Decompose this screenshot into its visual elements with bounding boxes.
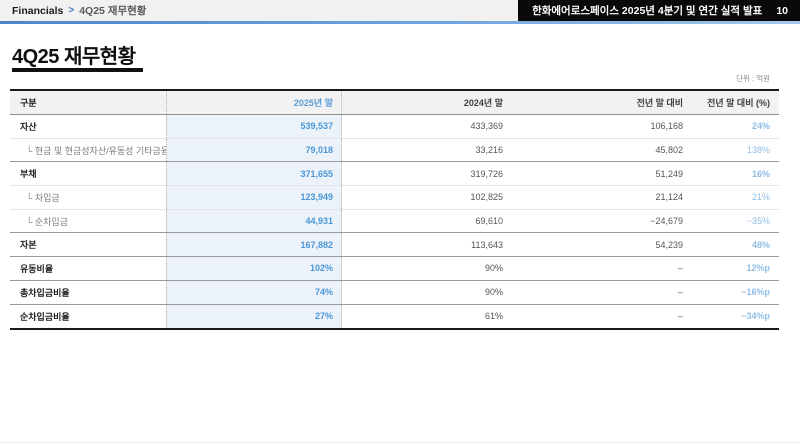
value-delta-pct: 48% bbox=[690, 233, 779, 256]
value-delta-pct: 138% bbox=[690, 139, 779, 162]
row-label: └ 현금 및 현금성자산/유동성 기타금융자산 bbox=[10, 139, 166, 162]
value-2024: 319,726 bbox=[342, 162, 510, 185]
value-delta: – bbox=[510, 305, 690, 329]
breadcrumb-page: 4Q25 재무현황 bbox=[79, 3, 146, 18]
table-row-equity: 자본 167,882 113,643 54,239 48% bbox=[10, 233, 779, 257]
value-2024: 33,216 bbox=[342, 139, 510, 162]
presentation-banner: 한화에어로스페이스 2025년 4분기 및 연간 실적 발표 10 bbox=[518, 0, 800, 21]
page-number: 10 bbox=[776, 5, 788, 17]
column-header-2024: 2024년 말 bbox=[342, 91, 510, 114]
value-2024: 102,825 bbox=[342, 186, 510, 209]
slide: Financials > 4Q25 재무현황 한화에어로스페이스 2025년 4… bbox=[0, 0, 800, 443]
value-2024: 433,369 bbox=[342, 115, 510, 138]
value-2025: 123,949 bbox=[166, 186, 342, 209]
row-label: 자산 bbox=[10, 115, 166, 138]
row-label: 순차입금비율 bbox=[10, 305, 166, 329]
value-delta: – bbox=[510, 257, 690, 280]
value-2025: 79,018 bbox=[166, 139, 342, 162]
row-label: 부채 bbox=[10, 162, 166, 185]
breadcrumb: Financials > 4Q25 재무현황 bbox=[0, 3, 146, 18]
value-2025: 167,882 bbox=[166, 233, 342, 256]
value-delta-pct: 12%p bbox=[690, 257, 779, 280]
value-delta-pct: −35% bbox=[690, 210, 779, 233]
value-2025: 27% bbox=[166, 305, 342, 329]
value-delta-pct: −34%p bbox=[690, 305, 779, 329]
chevron-right-icon: > bbox=[68, 5, 74, 16]
row-label: └ 차입금 bbox=[10, 186, 166, 209]
table-row-assets: 자산 539,537 433,369 106,168 24% bbox=[10, 115, 779, 139]
value-2025: 102% bbox=[166, 257, 342, 280]
value-2024: 113,643 bbox=[342, 233, 510, 256]
table-header-row: 구분 2025년 말 2024년 말 전년 말 대비 전년 말 대비 (%) bbox=[10, 91, 779, 115]
table-row-current-ratio: 유동비율 102% 90% – 12%p bbox=[10, 257, 779, 281]
column-header-category: 구분 bbox=[10, 91, 166, 114]
value-delta-pct: 21% bbox=[690, 186, 779, 209]
value-2025: 539,537 bbox=[166, 115, 342, 138]
breadcrumb-section: Financials bbox=[12, 5, 63, 17]
value-delta: 106,168 bbox=[510, 115, 690, 138]
row-label: 자본 bbox=[10, 233, 166, 256]
value-delta: 54,239 bbox=[510, 233, 690, 256]
column-header-delta-pct: 전년 말 대비 (%) bbox=[690, 91, 779, 114]
value-delta-pct: 16% bbox=[690, 162, 779, 185]
top-bar: Financials > 4Q25 재무현황 한화에어로스페이스 2025년 4… bbox=[0, 0, 800, 21]
row-label: └ 순차입금 bbox=[10, 210, 166, 233]
value-2024: 90% bbox=[342, 257, 510, 280]
value-2025: 74% bbox=[166, 281, 342, 304]
table-row-net-borrowings: └ 순차입금 44,931 69,610 −24,679 −35% bbox=[10, 210, 779, 234]
financial-table: 구분 2025년 말 2024년 말 전년 말 대비 전년 말 대비 (%) 자… bbox=[10, 89, 779, 330]
value-delta: 45,802 bbox=[510, 139, 690, 162]
row-label: 유동비율 bbox=[10, 257, 166, 280]
table-row-net-debt-ratio: 순차입금비율 27% 61% – −34%p bbox=[10, 305, 779, 329]
value-delta-pct: −16%p bbox=[690, 281, 779, 304]
value-delta-pct: 24% bbox=[690, 115, 779, 138]
value-2024: 61% bbox=[342, 305, 510, 329]
title-underline bbox=[12, 68, 143, 72]
row-label: 총차입금비율 bbox=[10, 281, 166, 304]
value-delta: 21,124 bbox=[510, 186, 690, 209]
column-header-delta: 전년 말 대비 bbox=[510, 91, 690, 114]
value-2025: 371,655 bbox=[166, 162, 342, 185]
value-2025: 44,931 bbox=[166, 210, 342, 233]
unit-note: 단위 : 억원 bbox=[736, 73, 770, 84]
value-delta: 51,249 bbox=[510, 162, 690, 185]
table-row-total-debt-ratio: 총차입금비율 74% 90% – −16%p bbox=[10, 281, 779, 305]
table-row-borrowings: └ 차입금 123,949 102,825 21,124 21% bbox=[10, 186, 779, 210]
banner-title: 한화에어로스페이스 2025년 4분기 및 연간 실적 발표 bbox=[532, 3, 762, 18]
value-2024: 90% bbox=[342, 281, 510, 304]
accent-divider bbox=[0, 21, 800, 24]
value-2024: 69,610 bbox=[342, 210, 510, 233]
column-header-2025: 2025년 말 bbox=[166, 91, 342, 114]
table-row-liabilities: 부채 371,655 319,726 51,249 16% bbox=[10, 162, 779, 186]
value-delta: −24,679 bbox=[510, 210, 690, 233]
value-delta: – bbox=[510, 281, 690, 304]
page-title: 4Q25 재무현황 bbox=[12, 40, 136, 69]
table-row-cash: └ 현금 및 현금성자산/유동성 기타금융자산 79,018 33,216 45… bbox=[10, 139, 779, 163]
